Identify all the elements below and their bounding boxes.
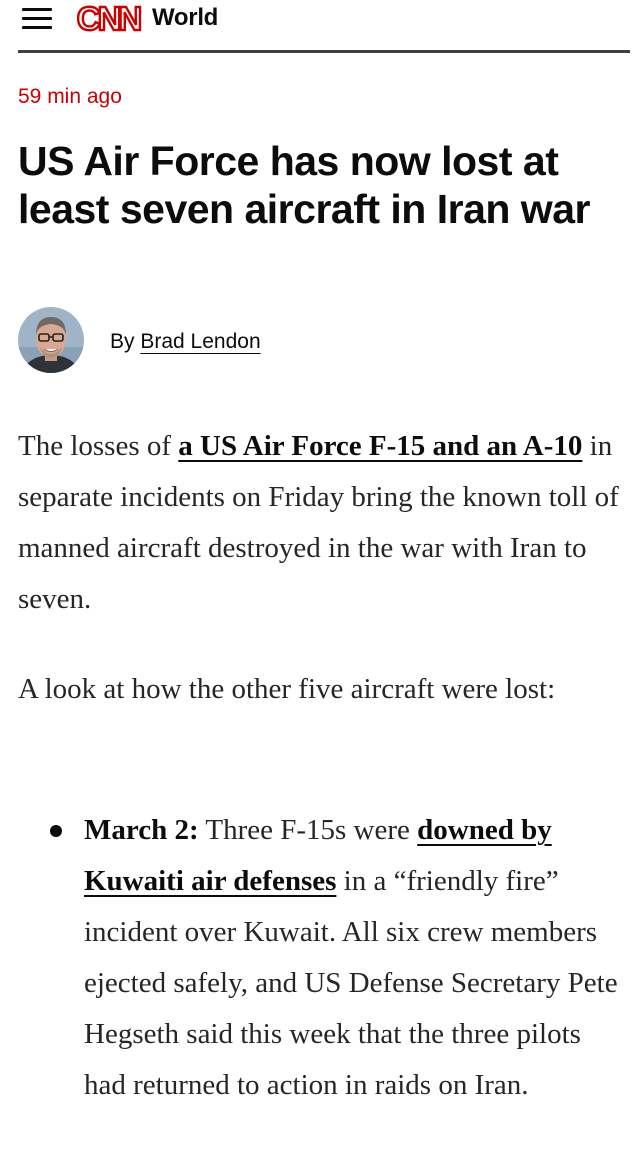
- byline: By Brad Lendon: [18, 307, 618, 373]
- byline-text: By Brad Lendon: [110, 330, 261, 354]
- article-timestamp: 59 min ago: [18, 85, 122, 108]
- p1-text-before: The losses of: [18, 430, 179, 462]
- logo-text: CNN: [77, 0, 141, 37]
- bullet-icon: [50, 825, 62, 837]
- bullet-text-after: in a “friendly fire” incident over Kuwai…: [84, 865, 618, 1101]
- byline-prefix: By: [110, 330, 135, 353]
- bullet-date-label: March 2:: [84, 814, 199, 846]
- site-header: CNN World: [0, 0, 638, 53]
- author-avatar[interactable]: [18, 307, 84, 373]
- list-item: March 2: Three F-15s were downed by Kuwa…: [0, 805, 630, 1111]
- header-divider: [18, 50, 630, 53]
- section-label[interactable]: World: [152, 4, 218, 32]
- article-headline: US Air Force has now lost at least seven…: [18, 138, 590, 232]
- article-paragraph-1: The losses of a US Air Force F-15 and an…: [18, 421, 638, 625]
- author-link[interactable]: Brad Lendon: [140, 330, 260, 353]
- bullet-text-before: Three F-15s were: [198, 814, 418, 846]
- cnn-logo[interactable]: CNN: [70, 0, 146, 38]
- aircraft-loss-list: March 2: Three F-15s were downed by Kuwa…: [0, 805, 638, 1111]
- f15-a10-link[interactable]: a US Air Force F-15 and an A-10: [178, 430, 582, 462]
- article-paragraph-2: A look at how the other five aircraft we…: [18, 673, 556, 705]
- hamburger-menu-icon[interactable]: [22, 6, 54, 30]
